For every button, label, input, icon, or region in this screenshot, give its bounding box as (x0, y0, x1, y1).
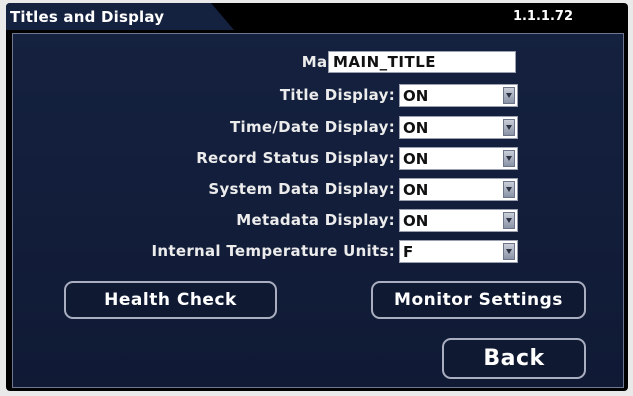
chevron-down-icon[interactable] (503, 150, 515, 167)
metadata-display-select[interactable]: ON (399, 209, 518, 232)
system-data-display-value: ON (403, 181, 429, 199)
settings-panel: Main Title: MAIN_TITLE Title Display: ON… (12, 33, 624, 388)
dvr-screen: Titles and Display 1.1.1.72 Main Title: … (6, 3, 628, 391)
internal-temperature-units-label: Internal Temperature Units: (151, 242, 395, 260)
time-date-display-value: ON (403, 119, 429, 137)
title-display-label: Title Display: (279, 86, 395, 104)
chevron-down-icon[interactable] (503, 119, 515, 136)
main-title-input[interactable]: MAIN_TITLE (328, 51, 516, 73)
title-display-value: ON (403, 87, 429, 105)
record-status-display-select[interactable]: ON (399, 147, 518, 170)
record-status-display-label: Record Status Display: (196, 149, 395, 167)
system-data-display-label: System Data Display: (208, 180, 395, 198)
back-button[interactable]: Back (442, 338, 586, 379)
metadata-display-value: ON (403, 212, 429, 230)
internal-temperature-units-value: F (403, 243, 414, 261)
system-data-display-select[interactable]: ON (399, 178, 518, 201)
metadata-display-label: Metadata Display: (236, 211, 395, 229)
title-display-select[interactable]: ON (399, 84, 518, 107)
title-tab: Titles and Display (6, 3, 234, 30)
internal-temperature-units-select[interactable]: F (399, 240, 518, 263)
chevron-down-icon[interactable] (503, 87, 515, 104)
version-label: 1.1.1.72 (512, 9, 573, 24)
chevron-down-icon[interactable] (503, 181, 515, 198)
chevron-down-icon[interactable] (503, 243, 515, 260)
record-status-display-value: ON (403, 150, 429, 168)
chevron-down-icon[interactable] (503, 212, 515, 229)
time-date-display-label: Time/Date Display: (229, 118, 395, 136)
health-check-button[interactable]: Health Check (64, 281, 277, 319)
monitor-settings-button[interactable]: Monitor Settings (371, 281, 586, 319)
time-date-display-select[interactable]: ON (399, 116, 518, 139)
tab-title: Titles and Display (10, 8, 165, 26)
